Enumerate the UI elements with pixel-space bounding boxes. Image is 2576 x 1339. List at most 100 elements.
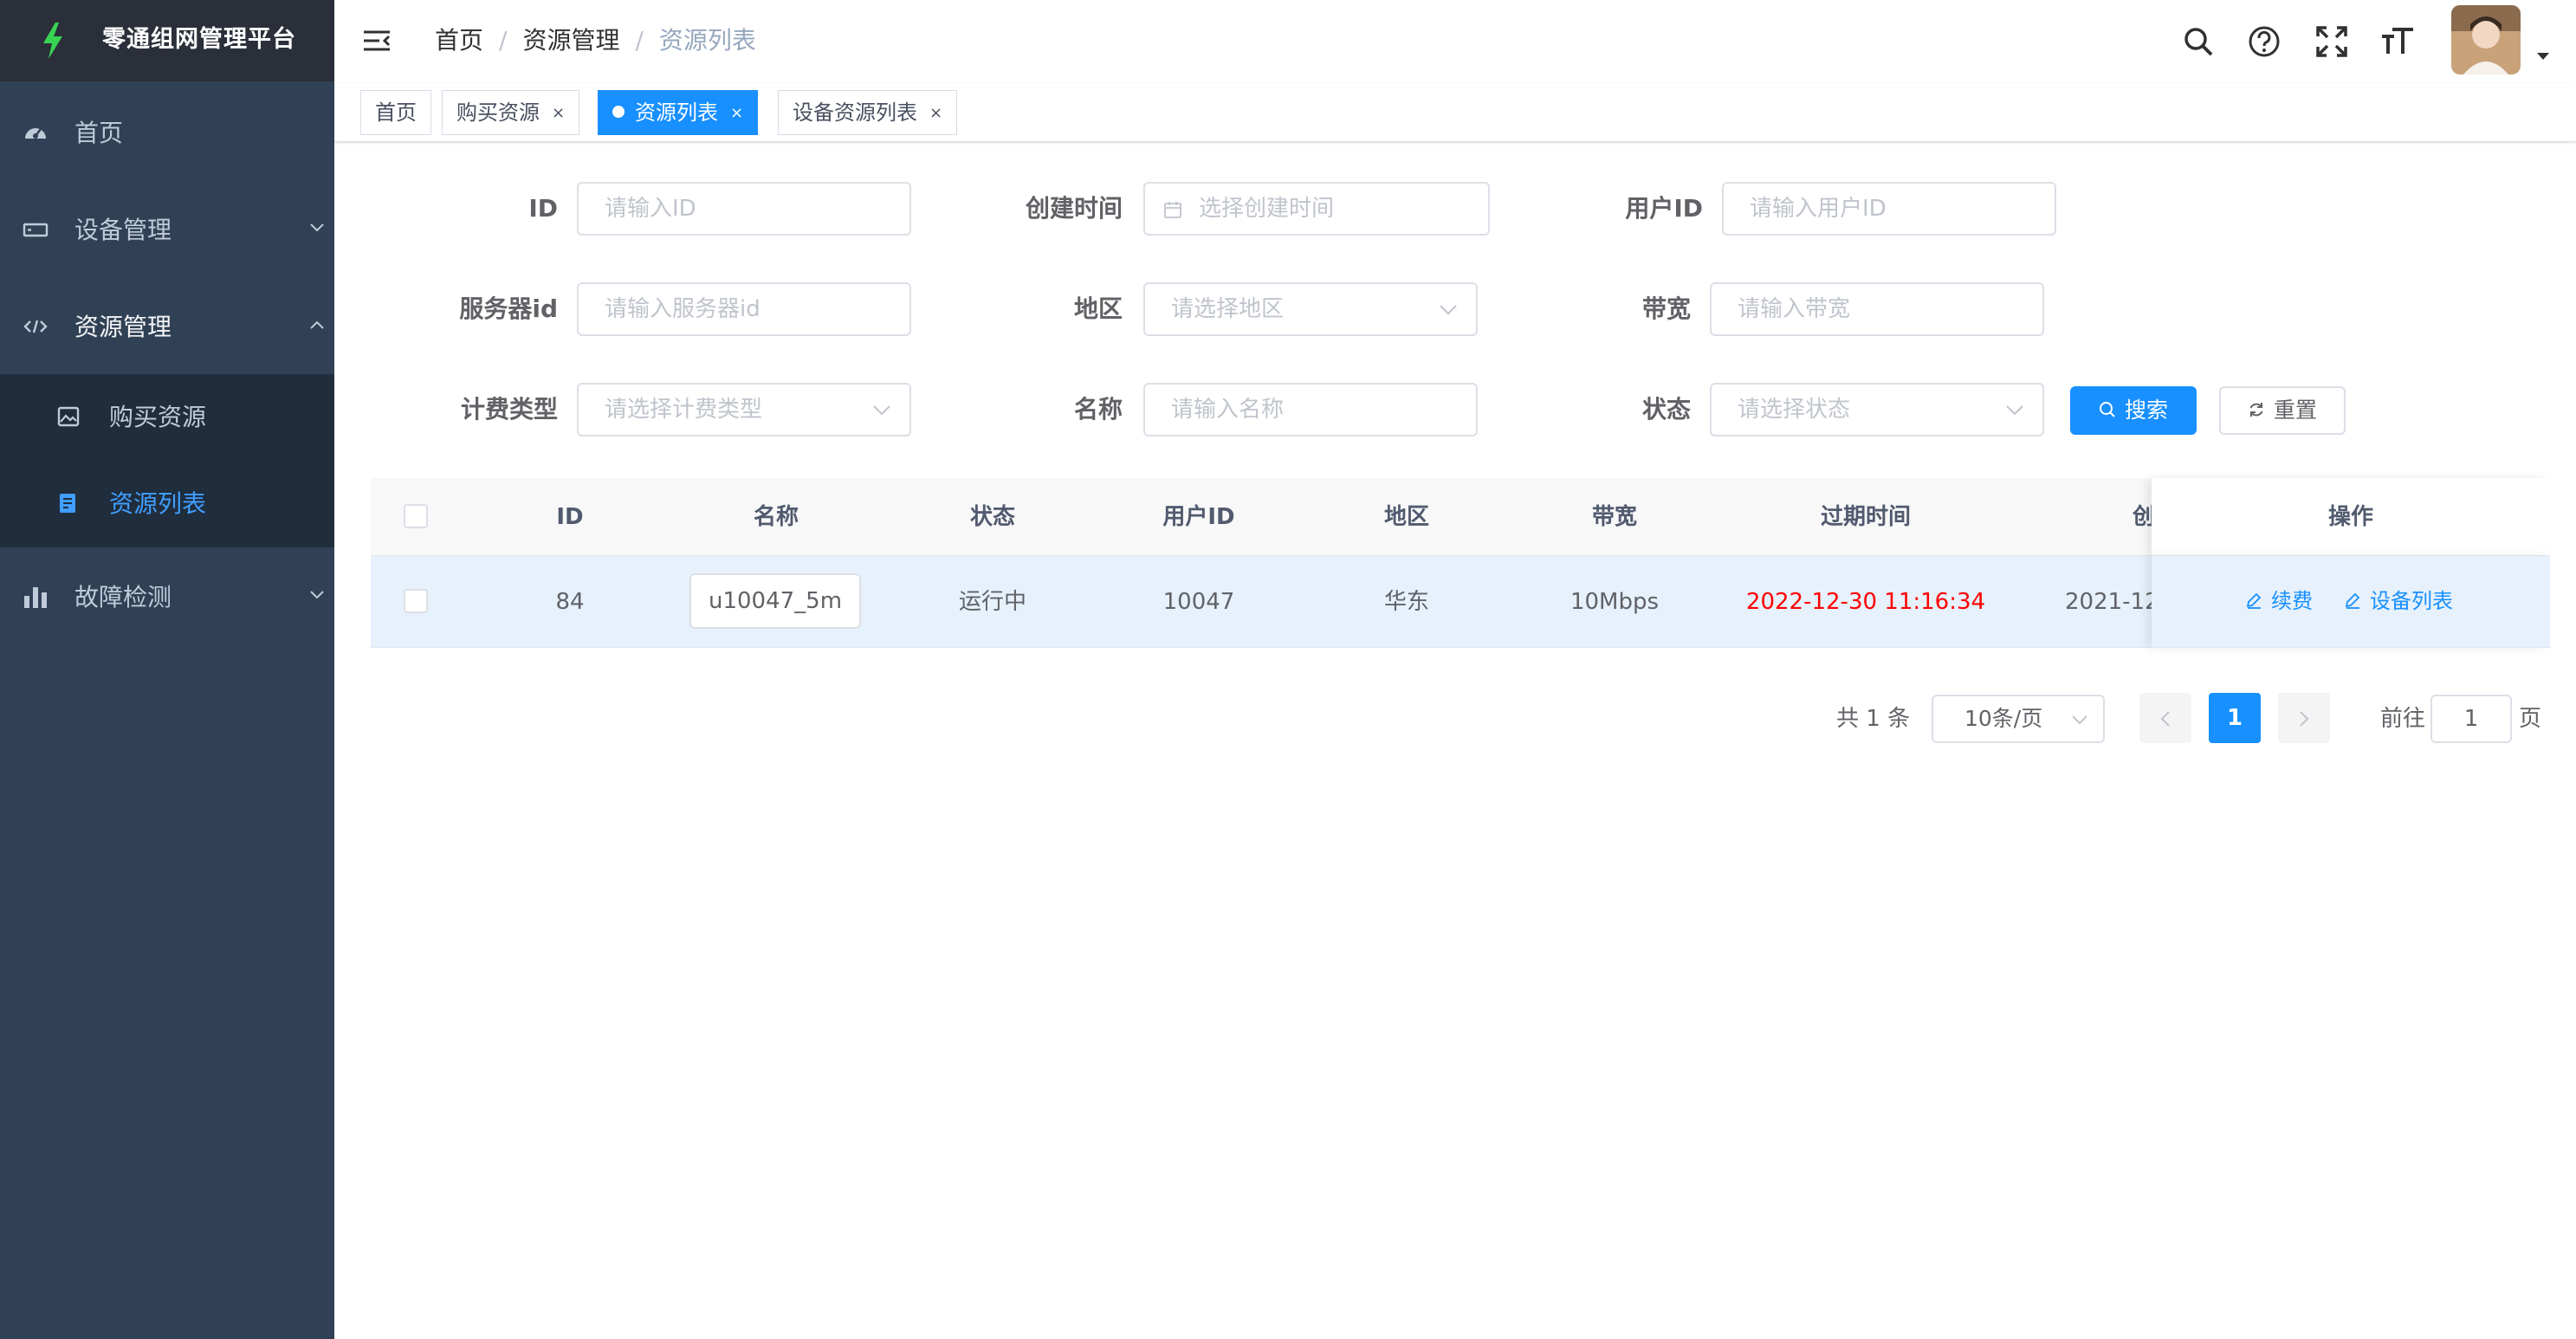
status-placeholder: 请选择状态 bbox=[1738, 397, 1851, 423]
renew-label: 续费 bbox=[2271, 589, 2313, 613]
breadcrumb-separator: / bbox=[499, 26, 508, 55]
breadcrumb: 首页 / 资源管理 / 资源列表 bbox=[435, 23, 756, 59]
chevron-down-icon bbox=[310, 591, 324, 599]
created-placeholder: 选择创建时间 bbox=[1199, 196, 1335, 222]
chart-icon bbox=[24, 587, 47, 608]
column-header-region: 地区 bbox=[1383, 504, 1429, 530]
column-header-user-id: 用户ID bbox=[1162, 504, 1235, 530]
pagination-total: 共 1 条 bbox=[1836, 706, 1911, 732]
form-label-name: 名称 bbox=[1073, 395, 1123, 424]
sidebar-item-label: 购买资源 bbox=[109, 403, 207, 431]
breadcrumb-current: 资源列表 bbox=[658, 26, 756, 55]
bandwidth-input[interactable]: 请输入带宽 bbox=[1710, 282, 2044, 336]
chevron-down-icon bbox=[2072, 715, 2087, 725]
caret-down-icon[interactable] bbox=[2536, 52, 2550, 61]
refresh-icon bbox=[2249, 403, 2263, 417]
name-placeholder: 请输入名称 bbox=[1171, 397, 1285, 423]
fullscreen-icon[interactable] bbox=[2314, 24, 2349, 59]
column-header-status: 状态 bbox=[969, 504, 1015, 530]
sidebar-item-fault-detection[interactable]: 故障检测 bbox=[0, 549, 334, 646]
tag-device-resource-list[interactable]: 设备资源列表 × bbox=[778, 90, 958, 135]
form-label-created: 创建时间 bbox=[1025, 194, 1123, 223]
reset-button[interactable]: 重置 bbox=[2219, 386, 2346, 435]
user-id-input[interactable]: 请输入用户ID bbox=[1722, 182, 2056, 236]
column-header-id: ID bbox=[556, 504, 584, 530]
sidebar-item-resource-list[interactable]: 资源列表 bbox=[0, 461, 334, 547]
id-input[interactable]: 请输入ID bbox=[577, 182, 911, 236]
device-list-button[interactable]: 设备列表 bbox=[2344, 585, 2453, 617]
tag-label: 资源列表 bbox=[635, 100, 718, 125]
edit-icon bbox=[2246, 592, 2262, 609]
tag-resource-list[interactable]: 资源列表 × bbox=[598, 90, 759, 135]
sidebar-item-buy-resource[interactable]: 购买资源 bbox=[0, 374, 334, 461]
created-date-picker[interactable]: 选择创建时间 bbox=[1143, 182, 1490, 236]
tag-buy-resource[interactable]: 购买资源 × bbox=[442, 90, 580, 135]
billing-type-select[interactable]: 请选择计费类型 bbox=[577, 383, 911, 437]
column-header-actions: 操作 bbox=[2152, 478, 2550, 556]
page-size-value: 10条/页 bbox=[1964, 706, 2043, 731]
cell-expire-time: 2022-12-30 11:16:34 bbox=[1745, 589, 1986, 615]
help-icon[interactable] bbox=[2247, 24, 2282, 59]
dashboard-icon bbox=[25, 128, 46, 139]
chevron-right-icon bbox=[2300, 710, 2309, 727]
goto-prefix: 前往 bbox=[2380, 706, 2426, 732]
status-select[interactable]: 请选择状态 bbox=[1710, 383, 2044, 437]
sidebar: 零通组网管理平台 首页 设备管理 资源管理 购买资源 资源列表 故障检测 bbox=[0, 0, 334, 1339]
cell-name-input[interactable]: u10047_5m bbox=[689, 573, 861, 629]
cell-bandwidth: 10Mbps bbox=[1570, 589, 1660, 615]
name-input[interactable]: 请输入名称 bbox=[1143, 383, 1478, 437]
device-list-label: 设备列表 bbox=[2370, 589, 2453, 613]
tag-label: 购买资源 bbox=[456, 100, 540, 125]
close-icon[interactable]: × bbox=[552, 92, 565, 135]
tag-home[interactable]: 首页 bbox=[360, 90, 431, 135]
tag-label: 首页 bbox=[375, 100, 417, 125]
form-label-billing: 计费类型 bbox=[460, 395, 558, 424]
goto-page-input[interactable]: 1 bbox=[2430, 695, 2512, 743]
font-size-icon[interactable] bbox=[2380, 24, 2415, 59]
edit-icon bbox=[2345, 592, 2360, 609]
search-icon[interactable] bbox=[2181, 24, 2216, 59]
form-label-bandwidth: 带宽 bbox=[1641, 294, 1691, 323]
goto-page-value: 1 bbox=[2463, 706, 2479, 732]
region-placeholder: 请选择地区 bbox=[1171, 296, 1285, 322]
page-number-1[interactable]: 1 bbox=[2209, 693, 2261, 743]
logo-bar: 零通组网管理平台 bbox=[0, 0, 334, 81]
current-page-label: 1 bbox=[2226, 705, 2243, 731]
cell-status: 运行中 bbox=[958, 589, 1026, 615]
sidebar-item-label: 设备管理 bbox=[74, 216, 172, 244]
navbar: 首页 / 资源管理 / 资源列表 bbox=[334, 0, 2576, 83]
breadcrumb-home[interactable]: 首页 bbox=[435, 26, 483, 55]
sidebar-item-home[interactable]: 首页 bbox=[0, 85, 334, 182]
cell-id: 84 bbox=[555, 589, 585, 615]
avatar[interactable] bbox=[2451, 5, 2521, 74]
chevron-down-icon bbox=[1440, 305, 1457, 315]
close-icon[interactable]: × bbox=[730, 92, 743, 135]
search-button[interactable]: 搜索 bbox=[2070, 386, 2197, 435]
select-all-checkbox[interactable] bbox=[404, 504, 428, 528]
column-header-bandwidth: 带宽 bbox=[1591, 504, 1637, 530]
next-page-button[interactable] bbox=[2278, 693, 2330, 743]
row-checkbox[interactable] bbox=[404, 589, 428, 613]
sidebar-item-label: 资源列表 bbox=[109, 489, 207, 518]
region-select[interactable]: 请选择地区 bbox=[1143, 282, 1478, 336]
page-size-select[interactable]: 10条/页 bbox=[1932, 695, 2105, 743]
tags-view: 首页 购买资源 × 资源列表 × 设备资源列表 × bbox=[334, 83, 2576, 142]
form-label-user-id: 用户ID bbox=[1625, 194, 1703, 223]
server-id-input[interactable]: 请输入服务器id bbox=[577, 282, 911, 336]
breadcrumb-separator: / bbox=[635, 26, 644, 55]
column-header-name: 名称 bbox=[753, 504, 799, 530]
actions-header-label: 操作 bbox=[2327, 504, 2373, 530]
tag-label: 设备资源列表 bbox=[793, 100, 917, 125]
search-icon bbox=[2099, 402, 2115, 417]
form-label-region: 地区 bbox=[1073, 294, 1123, 323]
close-icon[interactable]: × bbox=[929, 92, 942, 135]
renew-button[interactable]: 续费 bbox=[2245, 585, 2313, 617]
menu-toggle-icon[interactable] bbox=[362, 26, 392, 55]
cell-user-id: 10047 bbox=[1162, 589, 1235, 615]
sidebar-item-device-management[interactable]: 设备管理 bbox=[0, 182, 334, 279]
sidebar-item-resource-management[interactable]: 资源管理 bbox=[0, 279, 334, 376]
user-id-placeholder: 请输入用户ID bbox=[1750, 196, 1887, 222]
chevron-down-icon bbox=[873, 405, 890, 416]
prev-page-button[interactable] bbox=[2139, 693, 2191, 743]
billing-placeholder: 请选择计费类型 bbox=[605, 397, 763, 423]
